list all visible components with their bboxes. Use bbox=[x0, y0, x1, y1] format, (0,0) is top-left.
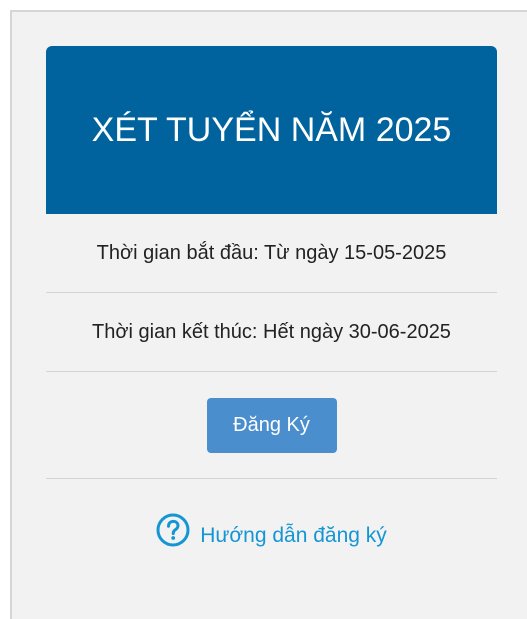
guide-row: Hướng dẫn đăng ký bbox=[46, 479, 497, 589]
registration-guide-link[interactable]: Hướng dẫn đăng ký bbox=[156, 513, 387, 553]
admission-card: XÉT TUYỂN NĂM 2025 Thời gian bắt đầu: Từ… bbox=[46, 46, 497, 589]
admission-panel: XÉT TUYỂN NĂM 2025 Thời gian bắt đầu: Từ… bbox=[10, 10, 527, 619]
register-button[interactable]: Đăng Ký bbox=[206, 397, 337, 453]
register-row: Đăng Ký bbox=[46, 372, 497, 479]
end-time-text: Thời gian kết thúc: Hết ngày 30-06-2025 bbox=[92, 320, 451, 343]
guide-label: Hướng dẫn đăng ký bbox=[200, 524, 387, 547]
end-time-row: Thời gian kết thúc: Hết ngày 30-06-2025 bbox=[46, 293, 497, 372]
start-time-row: Thời gian bắt đầu: Từ ngày 15-05-2025 bbox=[46, 214, 497, 293]
help-circle-icon bbox=[156, 513, 190, 547]
card-title: XÉT TUYỂN NĂM 2025 bbox=[91, 110, 452, 149]
start-time-text: Thời gian bắt đầu: Từ ngày 15-05-2025 bbox=[96, 241, 447, 264]
card-header: XÉT TUYỂN NĂM 2025 bbox=[46, 46, 497, 214]
